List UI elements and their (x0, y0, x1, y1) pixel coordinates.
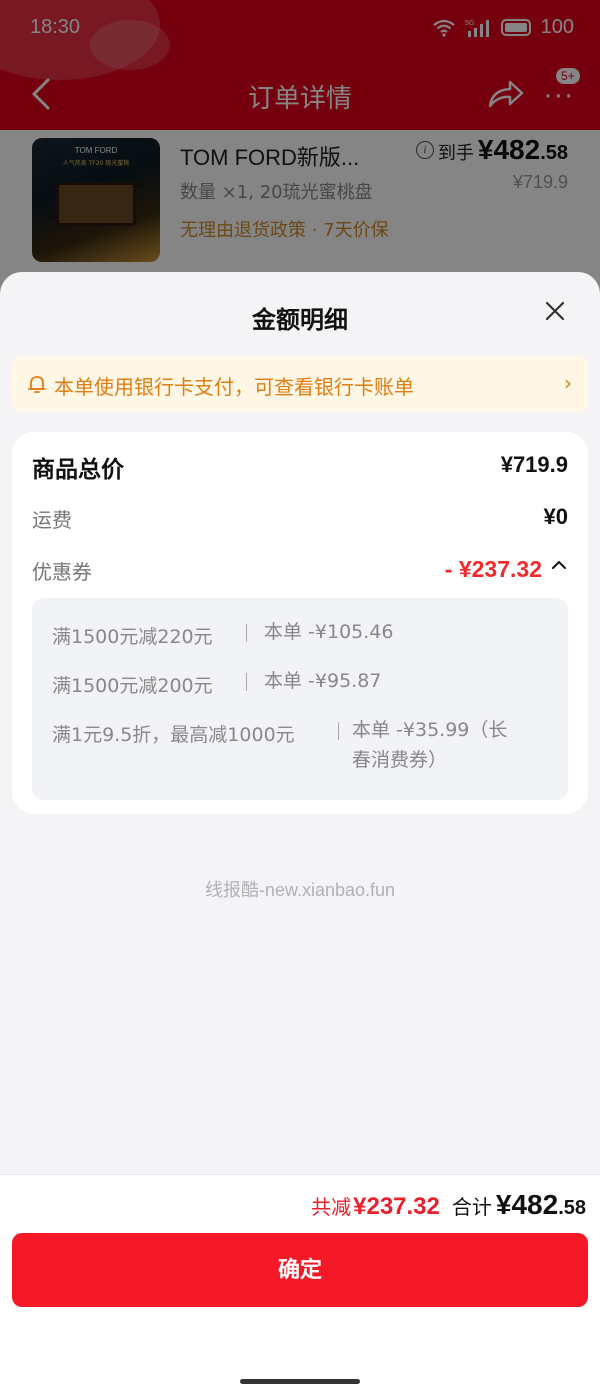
confirm-button[interactable]: 确定 (12, 1233, 588, 1307)
notice-text: 本单使用银行卡支付，可查看银行卡账单 (54, 375, 414, 399)
total-reduction-value: ¥237.32 (353, 1193, 440, 1220)
goods-total-value: ¥719.9 (500, 452, 568, 477)
price-summary: 共减 ¥237.32 合计 ¥482.58 (311, 1189, 586, 1221)
coupon-detail: 本单 -¥35.99（长 (352, 719, 508, 741)
bell-icon (28, 376, 46, 393)
shipping-label: 运费 (32, 508, 72, 532)
close-icon[interactable] (540, 296, 570, 326)
total-value-decimal: .58 (558, 1197, 586, 1219)
sheet-title: 金额明细 (252, 306, 348, 334)
watermark: 线报酷-new.xianbao.fun (204, 880, 396, 900)
coupon-detail: 本单 -¥95.87 (264, 670, 382, 692)
coupon-rule: 满1元9.5折，最高减1000元 (52, 724, 295, 746)
coupon-total-value[interactable]: - ¥237.32 (445, 556, 542, 583)
coupon-detail-continued: 春消费券） (352, 749, 448, 771)
bank-card-notice[interactable]: 本单使用银行卡支付，可查看银行卡账单 › (12, 356, 588, 412)
footer-bar: 共减 ¥237.32 合计 ¥482.58 确定 (0, 1174, 600, 1400)
amount-card: 商品总价 ¥719.9 运费 ¥0 优惠券 - ¥237.32 满1500元减2… (12, 432, 588, 814)
shipping-value: ¥0 (543, 504, 568, 529)
coupon-detail: 本单 -¥105.46 (264, 621, 394, 643)
chevron-up-icon[interactable] (550, 556, 568, 574)
home-indicator[interactable] (240, 1379, 360, 1384)
dim-overlay[interactable] (0, 0, 600, 300)
coupon-label: 优惠券 (32, 560, 92, 584)
coupon-list: 满1500元减220元 本单 -¥105.46 满1500元减200元 本单 -… (32, 598, 568, 800)
total-label: 合计 (451, 1195, 492, 1219)
coupon-rule: 满1500元减220元 (52, 626, 213, 648)
goods-total-label: 商品总价 (32, 457, 124, 483)
total-reduction-label: 共减 (311, 1195, 352, 1219)
chevron-right-icon: › (564, 371, 572, 395)
total-value-integer: ¥482 (495, 1189, 559, 1220)
coupon-rule: 满1500元减200元 (52, 675, 213, 697)
